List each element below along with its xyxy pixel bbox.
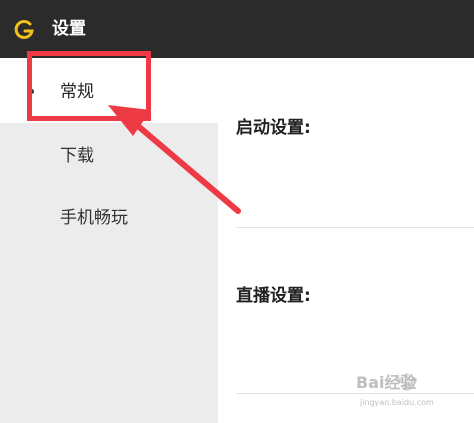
section-divider	[236, 227, 474, 228]
sidebar	[0, 123, 218, 423]
sidebar-item-download[interactable]: 下载	[60, 145, 94, 167]
startup-settings-title: 启动设置:	[236, 118, 311, 138]
sidebar-item-mobile-play[interactable]: 手机畅玩	[60, 207, 128, 229]
watermark-url: jingyan.baidu.com	[360, 398, 434, 407]
title-bar: 设置	[0, 0, 474, 58]
g-logo-icon	[14, 19, 34, 39]
live-settings-title: 直播设置:	[236, 286, 311, 306]
window-title: 设置	[52, 19, 86, 39]
watermark-text: Bai经验	[356, 373, 417, 392]
annotation-highlight-box	[27, 51, 151, 121]
